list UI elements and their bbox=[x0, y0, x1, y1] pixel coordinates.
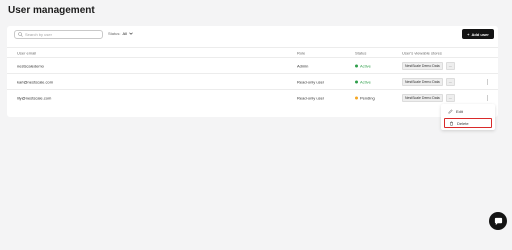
table-row: karl@nestscale.com Read-only user Active… bbox=[7, 74, 498, 90]
chat-icon bbox=[494, 217, 502, 225]
row-role: Read-only user bbox=[297, 79, 325, 84]
row-actions-button[interactable] bbox=[484, 79, 490, 84]
row-role: Admin bbox=[297, 63, 309, 68]
page-title: User management bbox=[8, 5, 95, 16]
kebab-dot-icon bbox=[486, 79, 488, 80]
search-input[interactable] bbox=[25, 32, 100, 37]
status-filter-label: Status: bbox=[108, 31, 121, 36]
table-row: nestscaledemo Admin Active NestScale Dem… bbox=[7, 58, 498, 74]
status-filter-value[interactable]: All bbox=[122, 31, 126, 36]
header-status: Status bbox=[355, 50, 367, 55]
row-stores: NestScale Demo Data... bbox=[402, 94, 455, 102]
status-dot-icon bbox=[355, 64, 358, 67]
status-dot-icon bbox=[355, 80, 358, 83]
more-stores-tag[interactable]: ... bbox=[445, 61, 455, 70]
status-text: Active bbox=[360, 79, 371, 84]
header-role: Role bbox=[297, 50, 306, 55]
trash-icon bbox=[450, 121, 453, 126]
plus-icon: + bbox=[467, 31, 470, 37]
status-text: Active bbox=[360, 63, 371, 68]
store-tag: NestScale Demo Data bbox=[402, 61, 443, 70]
edit-menu-item[interactable]: Edit bbox=[444, 106, 492, 116]
status-dot-icon bbox=[355, 96, 358, 100]
header-stores: User's viewable stores bbox=[402, 50, 442, 55]
header-email: User email bbox=[17, 50, 37, 55]
more-stores-tag[interactable]: ... bbox=[445, 94, 455, 102]
kebab-dot-icon bbox=[486, 97, 488, 99]
edit-label: Edit bbox=[456, 108, 463, 114]
search-icon bbox=[18, 32, 23, 37]
status-badge: Pending bbox=[355, 96, 375, 101]
chat-launcher-button[interactable] bbox=[489, 212, 507, 230]
table-header: User email Role Status User's viewable s… bbox=[7, 47, 498, 58]
status-text: Pending bbox=[360, 95, 375, 101]
row-email: nestscaledemo bbox=[17, 63, 44, 68]
store-tag: NestScale Demo Data bbox=[402, 77, 443, 86]
store-tag: NestScale Demo Data bbox=[402, 94, 443, 102]
pencil-icon bbox=[448, 108, 453, 114]
table-row: lily@nestscale.com Read-only user Pendin… bbox=[7, 90, 498, 106]
add-user-button[interactable]: + Add user bbox=[462, 29, 494, 39]
user-table: User email Role Status User's viewable s… bbox=[7, 47, 498, 106]
status-badge: Active bbox=[355, 63, 371, 68]
row-stores: NestScale Demo Data... bbox=[402, 61, 455, 70]
kebab-dot-icon bbox=[486, 81, 488, 82]
row-role: Read-only user bbox=[297, 95, 325, 101]
row-email: lily@nestscale.com bbox=[17, 95, 52, 101]
kebab-dot-icon bbox=[486, 83, 488, 84]
status-badge: Active bbox=[355, 79, 371, 84]
add-user-label: Add user bbox=[471, 31, 489, 37]
search-box[interactable] bbox=[14, 30, 103, 39]
delete-label: Delete bbox=[457, 120, 469, 126]
chevron-down-icon bbox=[129, 32, 133, 35]
row-stores: NestScale Demo Data... bbox=[402, 77, 455, 86]
more-stores-tag[interactable]: ... bbox=[445, 77, 455, 86]
row-email: karl@nestscale.com bbox=[17, 79, 54, 84]
kebab-dot-icon bbox=[486, 95, 488, 97]
row-context-menu: Edit Delete bbox=[441, 104, 495, 130]
kebab-dot-icon bbox=[486, 99, 488, 101]
delete-menu-item[interactable]: Delete bbox=[444, 118, 492, 128]
status-filter[interactable]: Status: All bbox=[108, 31, 133, 36]
row-actions-button[interactable] bbox=[484, 95, 490, 101]
user-table-card: Status: All + Add user User email Role S… bbox=[7, 26, 498, 117]
